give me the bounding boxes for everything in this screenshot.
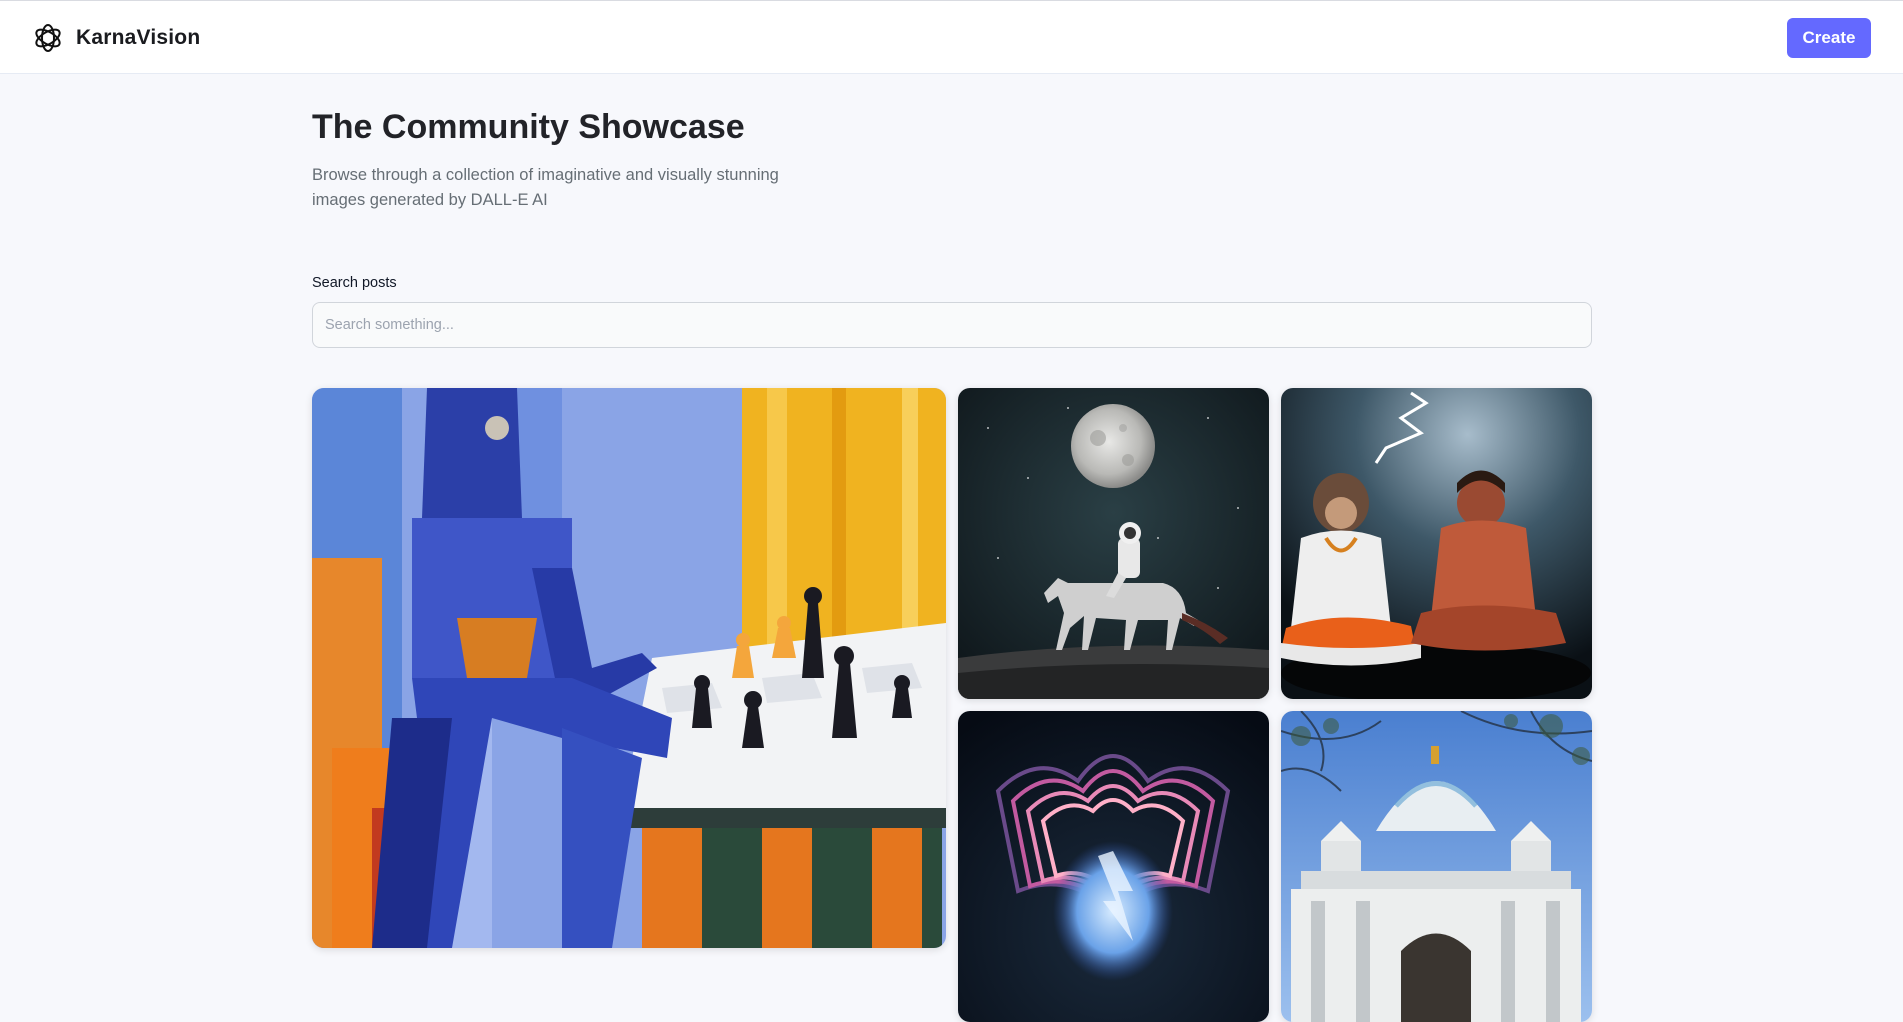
brand-home-link[interactable]: KarnaVision (30, 20, 200, 56)
search-label: Search posts (312, 275, 397, 291)
monkey-meditation-image (1281, 388, 1592, 699)
lotus-portal-image (958, 711, 1269, 1022)
page-subtitle: Browse through a collection of imaginati… (312, 166, 779, 209)
create-button[interactable]: Create (1787, 18, 1871, 58)
search-input[interactable] (312, 302, 1592, 348)
robot-chess-image (312, 388, 946, 948)
post-card-lotus-portal[interactable] (958, 711, 1269, 1022)
temple-dome-image (1281, 711, 1592, 1022)
post-card-monkey-meditation[interactable] (1281, 388, 1592, 699)
post-card-astronaut-horse[interactable] (958, 388, 1269, 699)
astronaut-horse-image (958, 388, 1269, 699)
post-card-temple-dome[interactable] (1281, 711, 1592, 1022)
page-title: The Community Showcase (312, 108, 745, 146)
top-navbar: KarnaVision Create (0, 0, 1903, 74)
post-card-robot-chess[interactable] (312, 388, 946, 948)
openai-knot-icon (35, 24, 61, 52)
brand-name: KarnaVision (76, 26, 201, 49)
